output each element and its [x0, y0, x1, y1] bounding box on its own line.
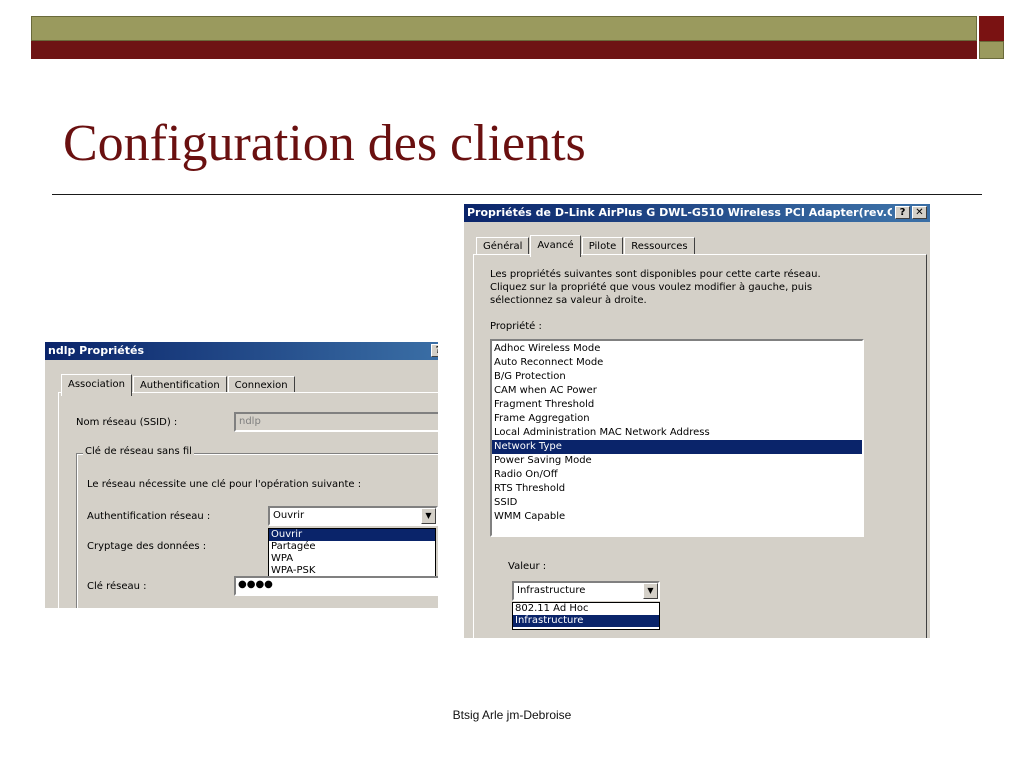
value-option[interactable]: 802.11 Ad Hoc: [513, 603, 659, 615]
header-square-red: [979, 16, 1004, 41]
crypt-label: Cryptage des données :: [87, 541, 207, 552]
property-item[interactable]: Frame Aggregation: [492, 412, 862, 426]
close-icon[interactable]: ✕: [912, 206, 927, 219]
auth-label: Authentification réseau :: [87, 511, 211, 522]
tab-avance[interactable]: Avancé: [530, 235, 581, 257]
header-square-olive: [979, 41, 1004, 59]
title-divider: [52, 194, 982, 195]
property-label: Propriété :: [490, 321, 542, 332]
tab-association[interactable]: Association: [61, 374, 132, 396]
value-select[interactable]: Infrastructure ▼: [512, 581, 660, 601]
chevron-down-icon[interactable]: ▼: [643, 583, 658, 599]
auth-option[interactable]: WPA: [269, 553, 435, 565]
header-bar-top: [31, 16, 977, 41]
value-dropdown-list: 802.11 Ad Hoc Infrastructure: [512, 602, 660, 630]
slide-footer: Btsig Arle jm-Debroise: [452, 708, 572, 722]
ssid-label: Nom réseau (SSID) :: [76, 417, 178, 428]
ssid-value: ndlp: [239, 416, 261, 427]
dialog-adapter-properties: Propriétés de D-Link AirPlus G DWL-G510 …: [464, 204, 930, 638]
dialog-title: Propriétés de D-Link AirPlus G DWL-G510 …: [464, 204, 892, 222]
header-bar-bottom: [31, 41, 977, 59]
property-item[interactable]: Power Saving Mode: [492, 454, 862, 468]
wireless-key-group-label: Clé de réseau sans fil: [83, 446, 194, 457]
description-line: Cliquez sur la propriété que vous voulez…: [490, 282, 813, 293]
auth-option[interactable]: Partagée: [269, 541, 435, 553]
property-item[interactable]: Radio On/Off: [492, 468, 862, 482]
description-line: Les propriétés suivantes sont disponible…: [490, 269, 821, 280]
description-line: sélectionnez sa valeur à droite.: [490, 295, 647, 306]
dialog-title: ndlp Propriétés: [45, 342, 438, 360]
property-item[interactable]: Adhoc Wireless Mode: [492, 342, 862, 356]
value-option-selected[interactable]: Infrastructure: [513, 615, 659, 627]
key-label: Clé réseau :: [87, 581, 147, 592]
property-item[interactable]: RTS Threshold: [492, 482, 862, 496]
auth-option[interactable]: Ouvrir: [269, 529, 435, 541]
auth-select[interactable]: Ouvrir ▼: [268, 506, 438, 526]
ssid-field[interactable]: ndlp: [234, 412, 438, 432]
auth-select-value: Ouvrir: [273, 510, 305, 521]
property-item[interactable]: Fragment Threshold: [492, 398, 862, 412]
dialog-ndlp-properties: ndlp Propriétés ? Association Authentifi…: [45, 342, 438, 608]
key-value: ●●●●: [238, 579, 273, 590]
property-listbox[interactable]: Adhoc Wireless Mode Auto Reconnect Mode …: [490, 339, 864, 537]
help-icon[interactable]: ?: [431, 344, 438, 357]
help-icon[interactable]: ?: [895, 206, 910, 219]
key-note: Le réseau nécessite une clé pour l'opéra…: [87, 479, 362, 490]
tab-strip: Général Avancé Pilote Ressources: [476, 234, 696, 257]
value-select-value: Infrastructure: [517, 585, 586, 596]
property-item[interactable]: WMM Capable: [492, 510, 862, 524]
property-item-selected[interactable]: Network Type: [492, 440, 862, 454]
property-item[interactable]: Auto Reconnect Mode: [492, 356, 862, 370]
key-field[interactable]: ●●●●: [234, 576, 438, 596]
slide-title: Configuration des clients: [63, 115, 586, 172]
property-item[interactable]: B/G Protection: [492, 370, 862, 384]
chevron-down-icon[interactable]: ▼: [421, 508, 436, 524]
property-item[interactable]: CAM when AC Power: [492, 384, 862, 398]
value-label: Valeur :: [508, 561, 547, 572]
property-item[interactable]: SSID: [492, 496, 862, 510]
auth-dropdown-list: Ouvrir Partagée WPA WPA-PSK: [268, 528, 436, 582]
property-item[interactable]: Local Administration MAC Network Address: [492, 426, 862, 440]
